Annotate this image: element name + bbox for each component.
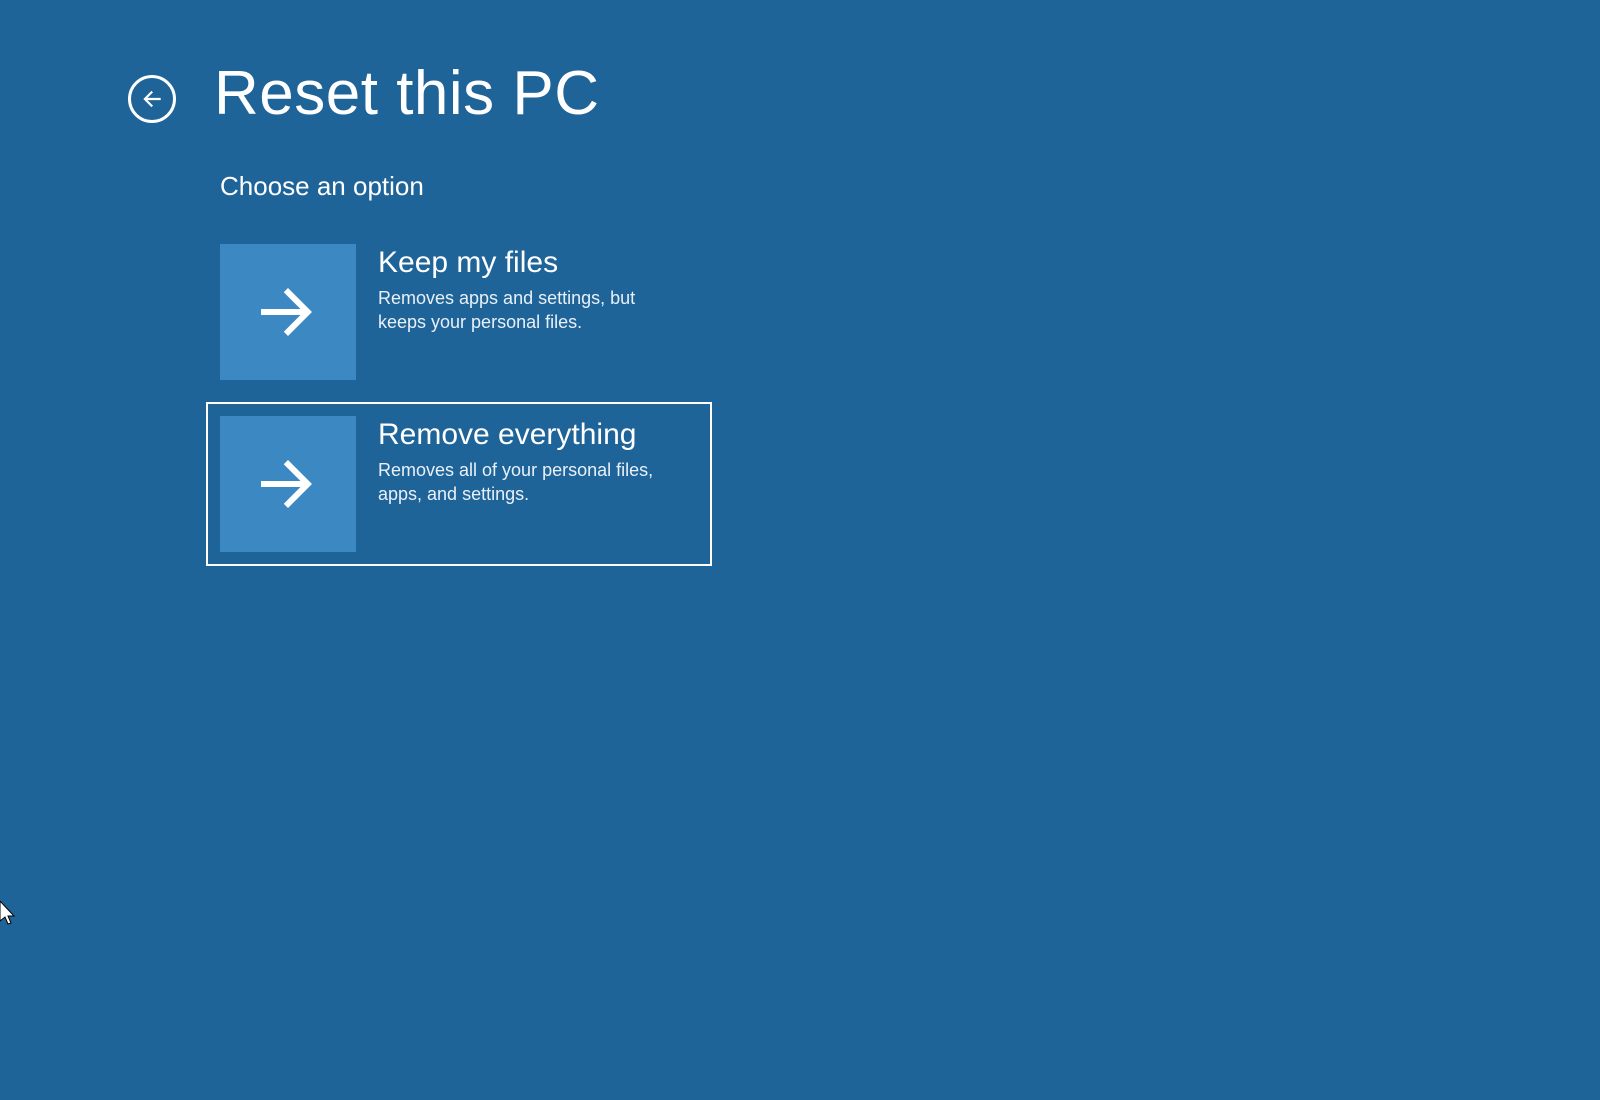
arrow-right-icon [252,448,324,520]
content-area: Choose an option Keep my files Removes a… [0,129,1600,566]
option-tile [220,416,356,552]
option-keep-my-files[interactable]: Keep my files Removes apps and settings,… [220,244,720,380]
subtitle: Choose an option [220,171,1600,202]
option-title: Keep my files [378,246,688,280]
cursor-icon [0,901,18,925]
option-description: Removes apps and settings, but keeps you… [378,286,688,335]
back-button[interactable] [128,75,176,123]
option-remove-everything[interactable]: Remove everything Removes all of your pe… [206,402,712,566]
option-text: Keep my files Removes apps and settings,… [378,244,688,335]
arrow-right-icon [252,276,324,348]
option-description: Removes all of your personal files, apps… [378,458,688,507]
page-title: Reset this PC [214,58,600,129]
option-title: Remove everything [378,418,688,452]
header: Reset this PC [0,0,1600,129]
option-text: Remove everything Removes all of your pe… [378,416,688,507]
option-tile [220,244,356,380]
back-arrow-icon [139,86,165,112]
